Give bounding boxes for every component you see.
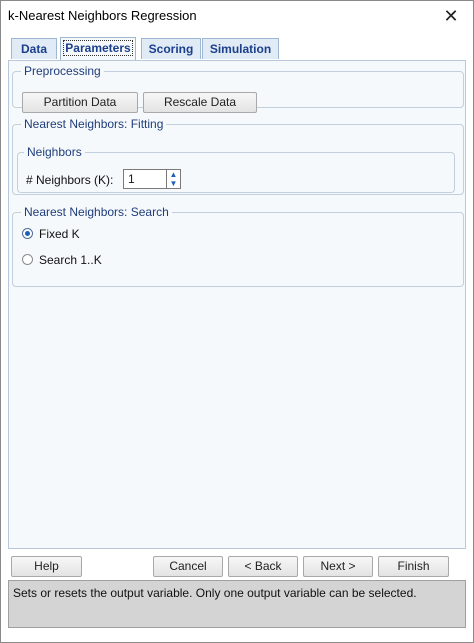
finish-button[interactable]: Finish xyxy=(378,556,449,577)
partition-data-button[interactable]: Partition Data xyxy=(22,92,138,113)
neighbors-k-label: # Neighbors (K): xyxy=(26,173,114,187)
window-title: k-Nearest Neighbors Regression xyxy=(8,8,197,23)
dialog-window: k-Nearest Neighbors Regression ✕ Data Pa… xyxy=(0,0,474,643)
back-button[interactable]: < Back xyxy=(228,556,298,577)
cancel-button[interactable]: Cancel xyxy=(153,556,223,577)
help-button[interactable]: Help xyxy=(11,556,82,577)
fitting-legend: Nearest Neighbors: Fitting xyxy=(24,117,164,131)
search-1-k-label[interactable]: Search 1..K xyxy=(39,253,102,267)
tab-data[interactable]: Data xyxy=(11,38,57,59)
neighbors-group: Neighbors # Neighbors (K): 1 ▲ ▼ xyxy=(17,145,455,193)
status-text: Sets or resets the output variable. Only… xyxy=(13,586,417,600)
tab-parameters-label: Parameters xyxy=(63,40,133,56)
preprocessing-legend: Preprocessing xyxy=(24,64,101,78)
preprocessing-group: Preprocessing Partition Data Rescale Dat… xyxy=(12,64,464,113)
fitting-group: Nearest Neighbors: Fitting Neighbors # N… xyxy=(12,117,464,195)
fixed-k-radio[interactable] xyxy=(22,228,33,239)
status-bar: Sets or resets the output variable. Only… xyxy=(8,580,466,628)
tab-scoring[interactable]: Scoring xyxy=(141,38,201,59)
fixed-k-label[interactable]: Fixed K xyxy=(39,227,80,241)
title-bar: k-Nearest Neighbors Regression ✕ xyxy=(1,1,473,31)
next-button[interactable]: Next > xyxy=(303,556,373,577)
tab-parameters[interactable]: Parameters xyxy=(60,37,136,60)
search-1-k-radio[interactable] xyxy=(22,254,33,265)
search-group: Nearest Neighbors: Search Fixed K Search… xyxy=(12,205,464,287)
neighbors-k-input[interactable]: 1 xyxy=(123,169,167,189)
tab-simulation-label: Simulation xyxy=(209,42,272,56)
tab-data-label: Data xyxy=(20,42,47,56)
tab-scoring-label: Scoring xyxy=(148,42,194,56)
radio-selected-dot xyxy=(25,231,30,236)
neighbors-k-stepper[interactable]: ▲ ▼ xyxy=(167,169,181,189)
chevron-up-icon[interactable]: ▲ xyxy=(167,170,180,179)
tab-simulation[interactable]: Simulation xyxy=(202,38,279,59)
close-icon[interactable]: ✕ xyxy=(437,4,465,28)
chevron-down-icon[interactable]: ▼ xyxy=(167,179,180,188)
parameters-panel: Preprocessing Partition Data Rescale Dat… xyxy=(8,60,466,549)
neighbors-legend: Neighbors xyxy=(27,145,82,159)
rescale-data-button[interactable]: Rescale Data xyxy=(143,92,257,113)
search-legend: Nearest Neighbors: Search xyxy=(24,205,169,219)
